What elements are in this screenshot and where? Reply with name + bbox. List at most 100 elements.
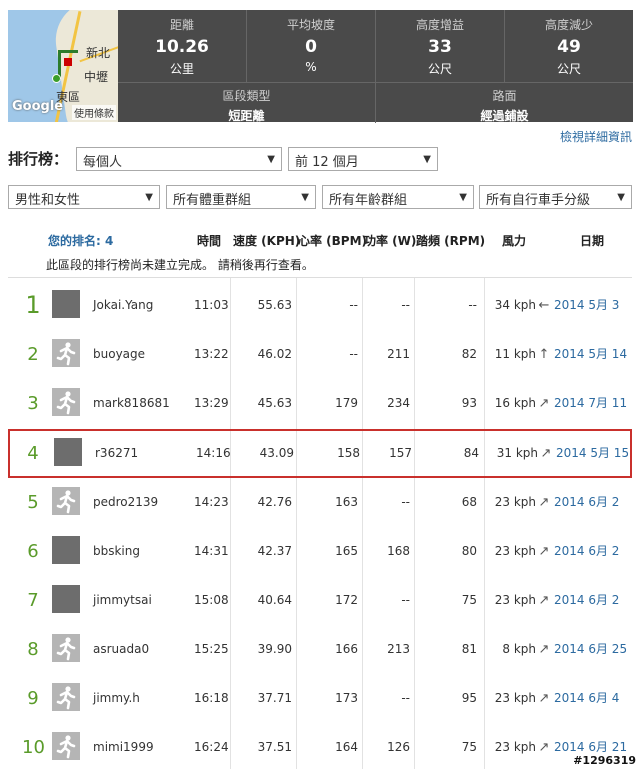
table-row[interactable]: 6 bbsking 14:31 42.37 165 168 80 23 kph … — [8, 527, 632, 576]
age-filter-select[interactable]: 所有年齡群組 ▼ — [322, 185, 474, 209]
athlete-name-link[interactable]: jimmytsai — [93, 576, 152, 625]
period-filter-select[interactable]: 前 12 個月 ▼ — [288, 147, 438, 171]
athlete-avatar-icon[interactable] — [52, 634, 80, 662]
hr-value: 165 — [335, 544, 358, 558]
col-header-wind: 風力 — [502, 234, 527, 248]
athlete-photo[interactable] — [52, 585, 80, 613]
cadence-value: -- — [468, 298, 477, 312]
dropdown-arrow-icon: ▼ — [617, 192, 625, 203]
athlete-name-link[interactable]: r36271 — [95, 429, 138, 478]
table-row[interactable]: 7 jimmytsai 15:08 40.64 172 -- 75 23 kph… — [8, 576, 632, 625]
time-value: 11:03 — [194, 298, 229, 312]
map-label: 中壢 — [84, 70, 109, 84]
wind-value: 34 kph — [494, 298, 536, 312]
stat-unit: % — [305, 60, 317, 74]
table-row[interactable]: 8 asruada0 15:25 39.90 166 213 81 8 kph … — [8, 625, 632, 674]
dropdown-arrow-icon: ▼ — [267, 154, 275, 165]
segment-info-row: 區段類型 短距離 路面 經過鋪設 — [118, 82, 633, 123]
speed-value: 37.51 — [257, 740, 292, 754]
cadence-value: 84 — [463, 446, 479, 460]
hr-value: 163 — [335, 495, 358, 509]
wind-direction-icon: ↑ — [538, 347, 550, 362]
table-row[interactable]: 1 Jokai.Yang 11:03 55.63 -- -- -- 34 kph… — [8, 281, 632, 330]
power-value: 168 — [387, 544, 410, 558]
athlete-avatar-icon[interactable] — [52, 339, 80, 367]
athlete-avatar-icon[interactable] — [52, 388, 80, 416]
athlete-name-link[interactable]: pedro2139 — [93, 478, 158, 527]
stat-unit: 公尺 — [556, 62, 581, 76]
col-header-power[interactable]: 功率 (W) — [364, 232, 416, 249]
table-row[interactable]: 9 jimmy.h 16:18 37.71 173 -- 95 23 kph ↗… — [8, 674, 632, 723]
class-filter-select[interactable]: 所有自行車手分級 ▼ — [479, 185, 632, 209]
athlete-name-link[interactable]: buoyage — [93, 330, 145, 379]
col-header-hr[interactable]: 心率 (BPM) — [298, 232, 367, 249]
athlete-photo[interactable] — [54, 438, 82, 466]
athlete-avatar-icon[interactable] — [52, 732, 80, 760]
wind-direction-icon: ↗ — [538, 544, 550, 559]
segment-map[interactable]: 新北 中壢 東區 Google 使用條款 — [8, 10, 118, 122]
athlete-photo[interactable] — [52, 290, 80, 318]
wind-value: 8 kph — [502, 642, 536, 656]
power-value: 234 — [387, 396, 410, 410]
stat-value: 10.26 — [155, 37, 209, 57]
table-row[interactable]: 2 buoyage 13:22 46.02 -- 211 82 11 kph ↑… — [8, 330, 632, 379]
athlete-name-link[interactable]: asruada0 — [93, 625, 149, 674]
map-terms-link[interactable]: 使用條款 — [72, 105, 116, 120]
wind-value: 16 kph — [494, 396, 536, 410]
rank-number: 8 — [27, 639, 39, 660]
date-link[interactable]: 2014 6月 2 — [554, 527, 619, 576]
stat-label: 高度增益 — [415, 18, 464, 32]
time-value: 13:22 — [194, 347, 229, 361]
time-value: 14:23 — [194, 495, 229, 509]
date-link[interactable]: 2014 6月 4 — [554, 674, 619, 723]
table-row[interactable]: 10 mimi1999 16:24 37.51 164 126 75 23 kp… — [8, 723, 632, 772]
view-details-link[interactable]: 檢視詳細資訊 — [560, 128, 632, 145]
rank-number: 9 — [27, 688, 39, 709]
end-flag-icon — [64, 58, 72, 66]
your-rank-link[interactable]: 您的排名: 4 — [48, 232, 113, 249]
date-link[interactable]: 2014 6月 2 — [554, 478, 619, 527]
table-row[interactable]: 3 mark818681 13:29 45.63 179 234 93 16 k… — [8, 379, 632, 428]
athlete-name-link[interactable]: mark818681 — [93, 379, 170, 428]
cadence-value: 95 — [461, 691, 477, 705]
people-filter-select[interactable]: 每個人 ▼ — [76, 147, 282, 171]
col-header-speed[interactable]: 速度 (KPH) — [233, 232, 300, 249]
power-value: -- — [401, 298, 410, 312]
power-value: 157 — [389, 446, 412, 460]
stat-value: 49 — [557, 37, 581, 57]
cadence-value: 82 — [461, 347, 477, 361]
stat-avg-grade: 平均坡度 0 % — [247, 10, 376, 82]
wind-value: 23 kph — [494, 691, 536, 705]
wind-direction-icon: ↗ — [538, 495, 550, 510]
athlete-name-link[interactable]: bbsking — [93, 527, 140, 576]
date-link[interactable]: 2014 5月 3 — [554, 281, 619, 330]
speed-value: 42.37 — [257, 544, 292, 558]
dropdown-arrow-icon: ▼ — [301, 192, 309, 203]
athlete-avatar-icon[interactable] — [52, 487, 80, 515]
col-header-time[interactable]: 時間 — [197, 232, 221, 249]
wind-value: 23 kph — [494, 544, 536, 558]
athlete-name-link[interactable]: mimi1999 — [93, 723, 154, 772]
col-header-cadence[interactable]: 踏頻 (RPM) — [416, 232, 485, 249]
athlete-photo[interactable] — [52, 536, 80, 564]
athlete-name-link[interactable]: jimmy.h — [93, 674, 140, 723]
athlete-name-link[interactable]: Jokai.Yang — [93, 281, 153, 330]
time-value: 14:16 — [196, 446, 231, 460]
col-header-date[interactable]: 日期 — [580, 232, 604, 249]
date-link[interactable]: 2014 6月 25 — [554, 625, 627, 674]
table-row[interactable]: 5 pedro2139 14:23 42.76 163 -- 68 23 kph… — [8, 478, 632, 527]
power-value: -- — [401, 495, 410, 509]
gender-filter-select[interactable]: 男性和女性 ▼ — [8, 185, 160, 209]
hr-value: 158 — [337, 446, 360, 460]
wind-value: 31 kph — [496, 446, 538, 460]
power-value: 126 — [387, 740, 410, 754]
time-value: 13:29 — [194, 396, 229, 410]
date-link[interactable]: 2014 7月 11 — [554, 379, 627, 428]
date-link[interactable]: 2014 5月 15 — [556, 429, 629, 478]
date-link[interactable]: 2014 6月 2 — [554, 576, 619, 625]
athlete-avatar-icon[interactable] — [52, 683, 80, 711]
weight-filter-select[interactable]: 所有體重群組 ▼ — [166, 185, 316, 209]
table-row-current-user[interactable]: 4 r36271 14:16 43.09 158 157 84 31 kph ↗… — [8, 429, 632, 478]
wind-value: 23 kph — [494, 740, 536, 754]
date-link[interactable]: 2014 5月 14 — [554, 330, 627, 379]
